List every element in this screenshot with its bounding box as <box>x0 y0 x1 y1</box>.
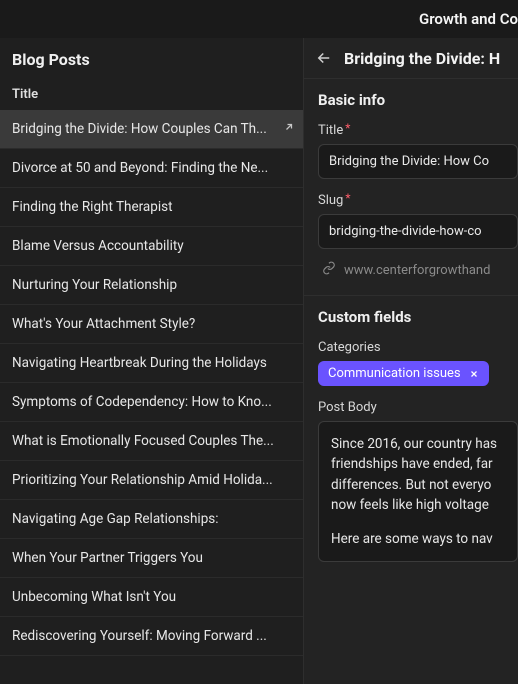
blog-posts-panel: Blog Posts Title Bridging the Divide: Ho… <box>0 38 304 684</box>
post-title: Bridging the Divide: How Couples Can Th.… <box>12 121 267 137</box>
post-row[interactable]: Unbecoming What Isn't You <box>0 578 303 617</box>
post-title: What's Your Attachment Style? <box>12 316 195 332</box>
post-title: When Your Partner Triggers You <box>12 550 203 566</box>
required-asterisk: * <box>345 121 350 135</box>
section-heading-custom: Custom fields <box>318 308 518 326</box>
detail-panel: Bridging the Divide: H Basic info Title*… <box>304 38 518 684</box>
workspace-title: Growth and Co <box>411 10 518 28</box>
post-title: Navigating Age Gap Relationships: <box>12 511 219 527</box>
category-tag-label: Communication issues <box>328 366 461 381</box>
section-heading-basic: Basic info <box>318 91 518 109</box>
post-row[interactable]: Navigating Age Gap Relationships: <box>0 500 303 539</box>
slug-field-label: Slug* <box>318 193 518 208</box>
panel-title: Blog Posts <box>0 38 303 79</box>
post-title: Divorce at 50 and Beyond: Finding the Ne… <box>12 160 268 176</box>
back-button[interactable] <box>314 48 334 68</box>
arrow-left-icon <box>315 49 333 67</box>
post-row[interactable]: Bridging the Divide: How Couples Can Th.… <box>0 110 303 149</box>
link-icon <box>322 261 336 279</box>
detail-header: Bridging the Divide: H <box>304 38 518 79</box>
title-field-label: Title* <box>318 123 518 138</box>
post-row[interactable]: Navigating Heartbreak During the Holiday… <box>0 344 303 383</box>
post-row[interactable]: Divorce at 50 and Beyond: Finding the Ne… <box>0 149 303 188</box>
post-body-paragraph: Since 2016, our country has friendships … <box>331 434 517 515</box>
detail-title: Bridging the Divide: H <box>344 49 500 68</box>
post-row[interactable]: What's Your Attachment Style? <box>0 305 303 344</box>
column-header-title: Title <box>0 79 303 110</box>
required-asterisk: * <box>345 191 350 205</box>
post-body-label: Post Body <box>318 400 518 415</box>
category-tag[interactable]: Communication issues <box>318 361 489 386</box>
tag-remove-button[interactable] <box>467 367 481 381</box>
post-row[interactable]: Nurturing Your Relationship <box>0 266 303 305</box>
post-row[interactable]: Finding the Right Therapist <box>0 188 303 227</box>
title-input[interactable]: Bridging the Divide: How Co <box>318 144 518 179</box>
main-area: Blog Posts Title Bridging the Divide: Ho… <box>0 38 518 684</box>
post-title: What is Emotionally Focused Couples The.… <box>12 433 274 449</box>
post-body-editor[interactable]: Since 2016, our country has friendships … <box>318 421 518 562</box>
post-title: Blame Versus Accountability <box>12 238 184 254</box>
post-row[interactable]: Symptoms of Codependency: How to Kno... <box>0 383 303 422</box>
url-preview-text: www.centerforgrowthand <box>344 263 490 278</box>
post-title: Finding the Right Therapist <box>12 199 173 215</box>
post-row[interactable]: Prioritizing Your Relationship Amid Holi… <box>0 461 303 500</box>
slug-input[interactable]: bridging-the-divide-how-co <box>318 214 518 249</box>
post-row[interactable]: When Your Partner Triggers You <box>0 539 303 578</box>
top-header: Growth and Co <box>0 0 518 38</box>
basic-info-section: Basic info Title* Bridging the Divide: H… <box>304 79 518 296</box>
post-title: Symptoms of Codependency: How to Kno... <box>12 394 272 410</box>
post-title: Rediscovering Yourself: Moving Forward .… <box>12 628 267 644</box>
url-preview[interactable]: www.centerforgrowthand <box>318 257 518 281</box>
post-row[interactable]: Rediscovering Yourself: Moving Forward .… <box>0 617 303 656</box>
open-indicator-icon <box>283 121 295 137</box>
post-title: Prioritizing Your Relationship Amid Holi… <box>12 472 273 488</box>
post-title: Nurturing Your Relationship <box>12 277 177 293</box>
custom-fields-section: Custom fields Categories Communication i… <box>304 296 518 576</box>
post-row[interactable]: Blame Versus Accountability <box>0 227 303 266</box>
categories-label: Categories <box>318 340 518 355</box>
close-icon <box>469 369 479 379</box>
post-row[interactable]: What is Emotionally Focused Couples The.… <box>0 422 303 461</box>
post-list: Bridging the Divide: How Couples Can Th.… <box>0 110 303 656</box>
post-title: Navigating Heartbreak During the Holiday… <box>12 355 267 371</box>
post-body-paragraph: Here are some ways to nav <box>331 529 517 549</box>
post-title: Unbecoming What Isn't You <box>12 589 176 605</box>
